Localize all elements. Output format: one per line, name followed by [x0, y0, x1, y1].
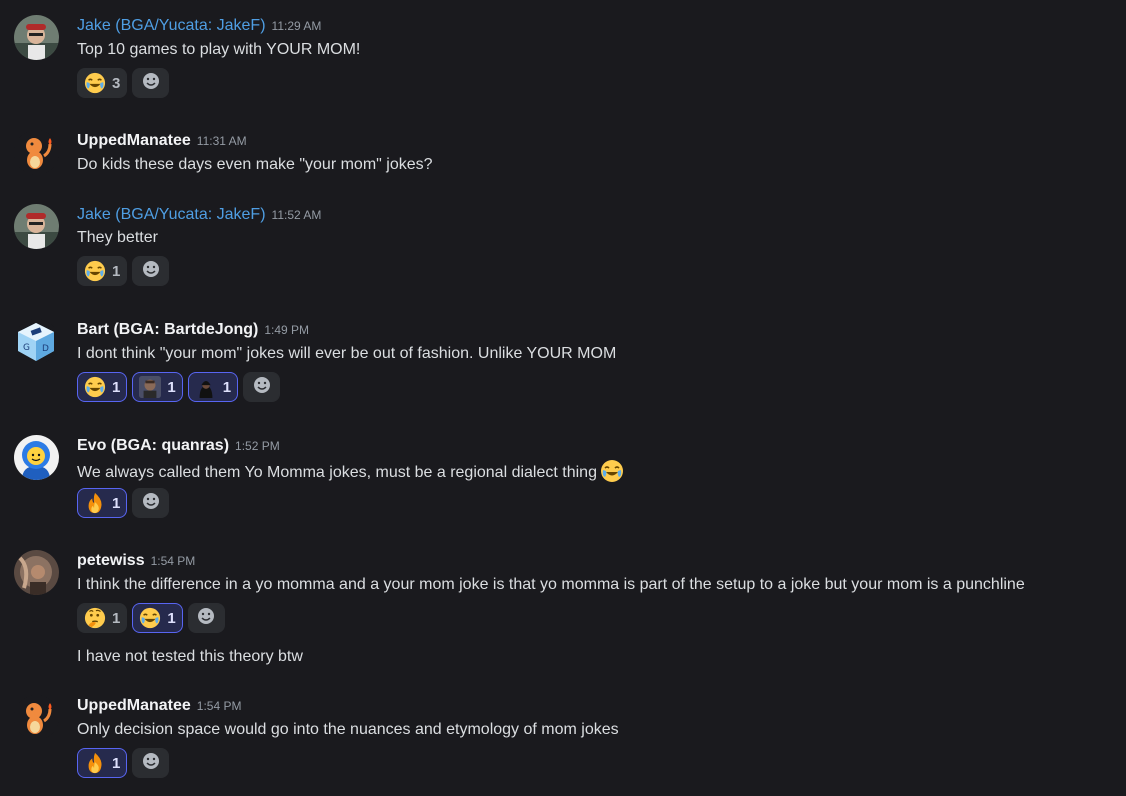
- joy-emoji-icon: [84, 72, 106, 94]
- message-text: I have not tested this theory btw: [77, 648, 303, 665]
- custom-face-emoji-icon: [139, 376, 162, 398]
- message-text: I dont think "your mom" jokes will ever …: [77, 345, 617, 362]
- message-text-content: We always called them Yo Momma jokes, mu…: [77, 464, 597, 481]
- timestamp[interactable]: 1:54 PM: [197, 699, 242, 713]
- timestamp[interactable]: 11:29 AM: [272, 19, 322, 33]
- message-header: Jake (BGA/Yucata: JakeF) 11:29 AM: [77, 15, 321, 37]
- joy-emoji-icon: [139, 607, 161, 629]
- svg-text:G: G: [23, 343, 30, 353]
- reaction-bar: 1: [77, 488, 170, 520]
- timestamp[interactable]: 11:52 AM: [272, 208, 322, 222]
- message-text: Do kids these days even make "your mom" …: [77, 156, 433, 173]
- username[interactable]: Bart (BGA: BartdeJong): [77, 321, 258, 338]
- username[interactable]: Jake (BGA/Yucata: JakeF): [77, 17, 266, 34]
- reaction-count: 3: [112, 74, 121, 92]
- reaction-count: 1: [112, 494, 121, 512]
- avatar-jake[interactable]: [14, 204, 59, 249]
- reaction-bar: 1 1 1: [77, 372, 281, 404]
- joy-emoji-icon: [84, 376, 106, 398]
- reaction-custom-face-2[interactable]: 1: [187, 372, 239, 402]
- reaction-joy[interactable]: 1: [77, 256, 128, 286]
- add-reaction-icon: [141, 491, 161, 515]
- thinking-emoji-icon: [84, 607, 106, 629]
- message-header: Bart (BGA: BartdeJong) 1:49 PM: [77, 319, 309, 341]
- username[interactable]: Evo (BGA: quanras): [77, 437, 229, 454]
- avatar-uppedmanatee[interactable]: [14, 130, 59, 175]
- username[interactable]: Jake (BGA/Yucata: JakeF): [77, 206, 266, 223]
- reaction-bar: 1: [77, 256, 170, 288]
- add-reaction-button[interactable]: [243, 372, 281, 402]
- reaction-thinking[interactable]: 1: [77, 603, 128, 633]
- joy-emoji-icon: [597, 460, 624, 482]
- reaction-joy[interactable]: 3: [77, 68, 128, 98]
- add-reaction-button[interactable]: [132, 488, 170, 518]
- avatar-evo[interactable]: [14, 435, 59, 480]
- add-reaction-icon: [196, 606, 216, 630]
- message-text: Top 10 games to play with YOUR MOM!: [77, 41, 361, 58]
- message-header: Jake (BGA/Yucata: JakeF) 11:52 AM: [77, 204, 321, 226]
- svg-text:D: D: [42, 344, 49, 354]
- avatar-uppedmanatee[interactable]: [14, 695, 59, 740]
- reaction-bar: 1 1: [77, 603, 225, 635]
- add-reaction-icon: [141, 259, 161, 283]
- username[interactable]: UppedManatee: [77, 132, 191, 149]
- fire-emoji-icon: [84, 492, 106, 514]
- reaction-count: 1: [167, 609, 176, 627]
- reaction-count: 1: [112, 754, 121, 772]
- timestamp[interactable]: 11:31 AM: [197, 134, 247, 148]
- message-header: UppedManatee 1:54 PM: [77, 695, 242, 717]
- reaction-fire[interactable]: 1: [77, 748, 128, 778]
- avatar-bart[interactable]: GD: [14, 319, 59, 364]
- reaction-joy[interactable]: 1: [132, 603, 183, 633]
- timestamp[interactable]: 1:52 PM: [235, 439, 280, 453]
- add-reaction-icon: [252, 375, 272, 399]
- message-text: I think the difference in a yo momma and…: [77, 576, 1025, 593]
- reaction-fire[interactable]: 1: [77, 488, 128, 518]
- avatar-jake[interactable]: [14, 15, 59, 60]
- message-text: They better: [77, 229, 158, 246]
- reaction-count: 1: [112, 609, 121, 627]
- message-text: Only decision space would go into the nu…: [77, 721, 619, 738]
- message-header: UppedManatee 11:31 AM: [77, 130, 247, 152]
- reaction-bar: 3: [77, 68, 170, 100]
- reaction-joy[interactable]: 1: [77, 372, 128, 402]
- add-reaction-button[interactable]: [187, 603, 225, 633]
- add-reaction-icon: [141, 71, 161, 95]
- avatar-petewiss[interactable]: [14, 550, 59, 595]
- joy-emoji-icon: [84, 260, 106, 282]
- timestamp[interactable]: 1:54 PM: [151, 554, 196, 568]
- reaction-count: 1: [112, 378, 121, 396]
- custom-face-emoji-icon: [194, 376, 217, 398]
- add-reaction-button[interactable]: [132, 748, 170, 778]
- add-reaction-button[interactable]: [132, 256, 170, 286]
- message-header: petewiss 1:54 PM: [77, 550, 195, 572]
- reaction-count: 1: [222, 378, 232, 396]
- reaction-bar: 1: [77, 748, 170, 780]
- add-reaction-button[interactable]: [132, 68, 170, 98]
- timestamp[interactable]: 1:49 PM: [264, 323, 309, 337]
- username[interactable]: petewiss: [77, 552, 145, 569]
- message-header: Evo (BGA: quanras) 1:52 PM: [77, 435, 280, 457]
- reaction-count: 1: [167, 378, 176, 396]
- reaction-count: 1: [112, 262, 121, 280]
- message-text: We always called them Yo Momma jokes, mu…: [77, 459, 624, 482]
- fire-emoji-icon: [84, 752, 106, 774]
- reaction-custom-face-1[interactable]: 1: [132, 372, 183, 402]
- add-reaction-icon: [141, 751, 161, 775]
- username[interactable]: UppedManatee: [77, 697, 191, 714]
